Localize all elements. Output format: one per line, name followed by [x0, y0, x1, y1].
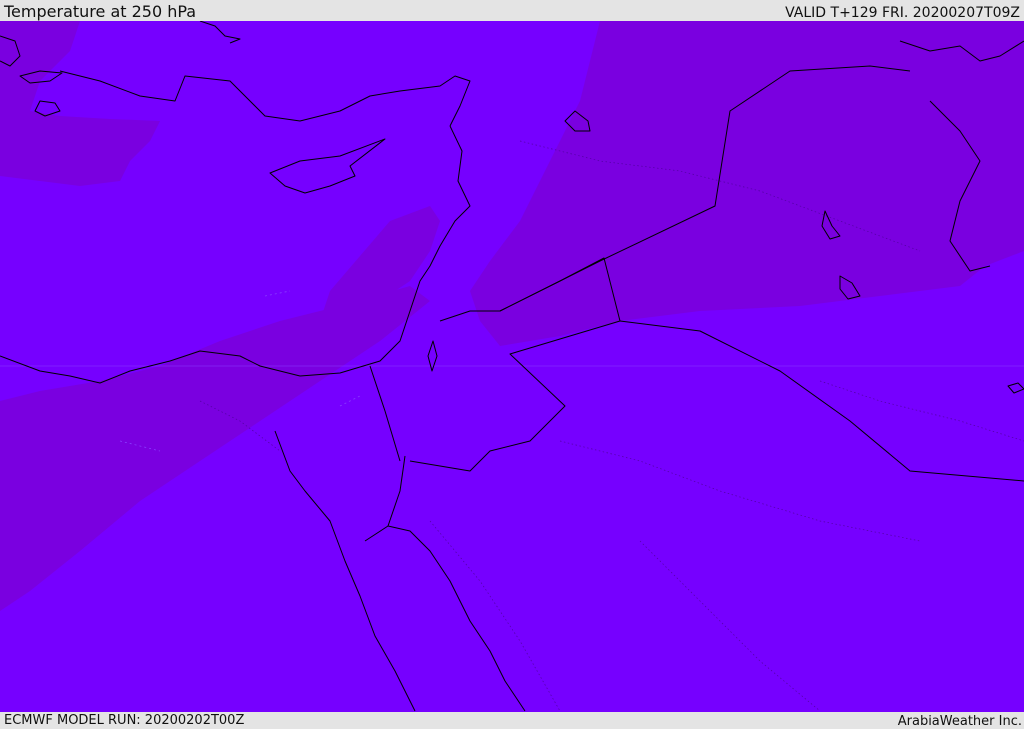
footer-bar: ECMWF MODEL RUN: 20200202T00Z ArabiaWeat…	[0, 712, 1024, 729]
credit-text: ArabiaWeather Inc.	[897, 714, 1022, 729]
model-run: ECMWF MODEL RUN: 20200202T00Z	[4, 713, 245, 728]
header-bar: Temperature at 250 hPa VALID T+129 FRI. …	[0, 0, 1024, 21]
map-title: Temperature at 250 hPa	[4, 2, 197, 21]
map-canvas	[0, 21, 1024, 712]
weather-map[interactable]	[0, 21, 1024, 712]
valid-time: VALID T+129 FRI. 20200207T09Z	[785, 5, 1020, 21]
